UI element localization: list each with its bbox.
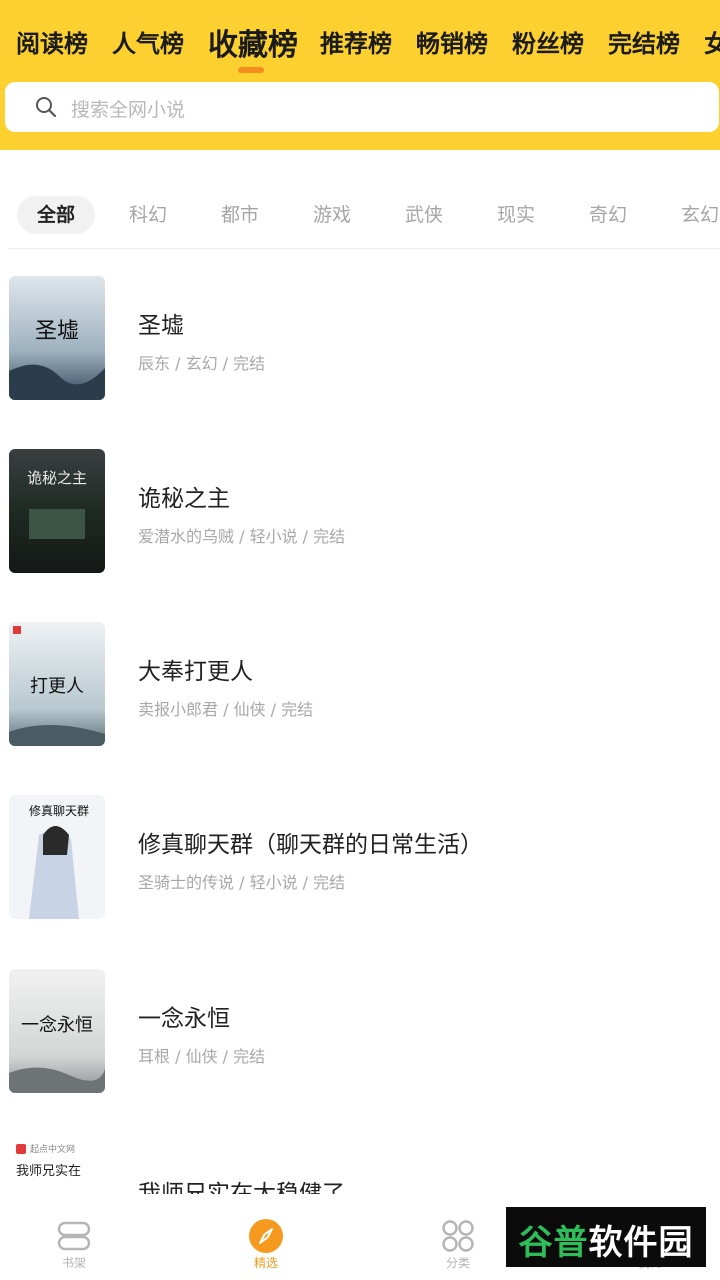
book-meta: 爱潜水的乌贼 / 轻小说 / 完结 <box>138 527 346 546</box>
book-title: 修真聊天群（聊天群的日常生活） <box>138 832 483 858</box>
nav-item-bookshelf[interactable]: 书架 <box>14 1196 134 1280</box>
svg-text:诡秘之主: 诡秘之主 <box>27 469 87 487</box>
nav-label: 分类 <box>445 1256 470 1270</box>
search-icon <box>36 97 57 118</box>
compass-icon <box>249 1219 283 1253</box>
book-title: 大奉打更人 <box>138 659 253 685</box>
rank-tabs: 阅读榜 人气榜 收藏榜 推荐榜 畅销榜 粉丝榜 完结榜 女 <box>0 0 720 80</box>
nav-label: 精选 <box>253 1256 278 1270</box>
watermark-text-white: 软件园 <box>588 1223 694 1263</box>
active-tab-indicator <box>238 67 264 73</box>
nav-item-featured[interactable]: 精选 <box>206 1196 326 1280</box>
book-title: 圣墟 <box>138 313 184 339</box>
svg-text:一念永恒: 一念永恒 <box>21 1014 93 1036</box>
book-title: 我师兄实在太稳健了 <box>138 1181 345 1194</box>
rank-tab-fans[interactable]: 粉丝榜 <box>512 24 584 59</box>
book-meta: 耳根 / 仙侠 / 完结 <box>138 1047 266 1066</box>
book-cover: 诡秘之主 <box>9 449 105 573</box>
book-list-item[interactable]: 一念永恒 一念永恒 耳根 / 仙侠 / 完结 <box>0 969 720 1099</box>
rank-tab-bestseller[interactable]: 畅销榜 <box>416 24 488 59</box>
book-list-item[interactable]: 诡秘之主 诡秘之主 爱潜水的乌贼 / 轻小说 / 完结 <box>0 449 720 579</box>
watermark-logo: 谷普软件园 <box>506 1207 706 1267</box>
category-filter-row: 全部 科幻 都市 游戏 武侠 现实 奇幻 玄幻 <box>0 190 720 240</box>
category-chip-reality[interactable]: 现实 <box>477 196 555 234</box>
watermark-text-green: 谷普 <box>518 1223 589 1263</box>
category-chip-all[interactable]: 全部 <box>17 196 95 234</box>
publisher-badge-icon <box>16 1144 26 1154</box>
nav-label: 书架 <box>61 1256 86 1270</box>
book-title: 一念永恒 <box>138 1006 230 1032</box>
book-title: 诡秘之主 <box>138 486 230 512</box>
book-list-item[interactable]: 修真聊天群 修真聊天群（聊天群的日常生活） 圣骑士的传说 / 轻小说 / 完结 <box>0 795 720 925</box>
category-chip-game[interactable]: 游戏 <box>293 196 371 234</box>
rank-tab-completed[interactable]: 完结榜 <box>608 24 680 59</box>
category-chip-fantasy[interactable]: 奇幻 <box>569 196 647 234</box>
bookshelf-icon <box>57 1221 91 1251</box>
book-cover-text: 我师兄实在 <box>16 1164 82 1179</box>
category-chip-scifi[interactable]: 科幻 <box>109 196 187 234</box>
book-list-item[interactable]: 打更人 大奉打更人 卖报小郎君 / 仙侠 / 完结 <box>0 622 720 752</box>
publisher-badge-text: 起点中文网 <box>30 1145 76 1155</box>
book-cover: 圣墟 <box>9 276 105 400</box>
rank-tab-popularity[interactable]: 人气榜 <box>112 24 184 59</box>
top-header: 阅读榜 人气榜 收藏榜 推荐榜 畅销榜 粉丝榜 完结榜 女 搜索全网小说 <box>0 0 720 150</box>
book-list-item-partial[interactable]: 起点中文网 我师兄实在 我师兄实在太稳健了 <box>0 1138 720 1194</box>
category-chip-urban[interactable]: 都市 <box>201 196 279 234</box>
nav-item-category[interactable]: 分类 <box>398 1196 518 1280</box>
search-placeholder: 搜索全网小说 <box>71 99 186 121</box>
book-list-item[interactable]: 圣墟 圣墟 辰东 / 玄幻 / 完结 <box>0 276 720 406</box>
rank-tab-reading[interactable]: 阅读榜 <box>16 24 88 59</box>
book-meta: 辰东 / 玄幻 / 完结 <box>138 354 266 373</box>
book-cover: 修真聊天群 <box>9 795 105 919</box>
search-bar[interactable]: 搜索全网小说 <box>5 82 719 132</box>
rank-tab-favorites[interactable]: 收藏榜 <box>208 20 298 64</box>
svg-text:打更人: 打更人 <box>30 676 84 697</box>
category-chip-xuanhuan[interactable]: 玄幻 <box>661 196 720 234</box>
rank-tab-recommend[interactable]: 推荐榜 <box>320 24 392 59</box>
book-meta: 卖报小郎君 / 仙侠 / 完结 <box>138 700 314 719</box>
divider <box>8 248 720 249</box>
rank-tab-female[interactable]: 女 <box>704 24 720 59</box>
category-grid-icon <box>442 1220 474 1252</box>
category-chip-wuxia[interactable]: 武侠 <box>385 196 463 234</box>
book-cover: 一念永恒 <box>9 969 105 1093</box>
svg-text:圣墟: 圣墟 <box>35 319 79 344</box>
svg-text:修真聊天群: 修真聊天群 <box>29 803 89 818</box>
book-meta: 圣骑士的传说 / 轻小说 / 完结 <box>138 873 346 892</box>
book-cover: 打更人 <box>9 622 105 746</box>
